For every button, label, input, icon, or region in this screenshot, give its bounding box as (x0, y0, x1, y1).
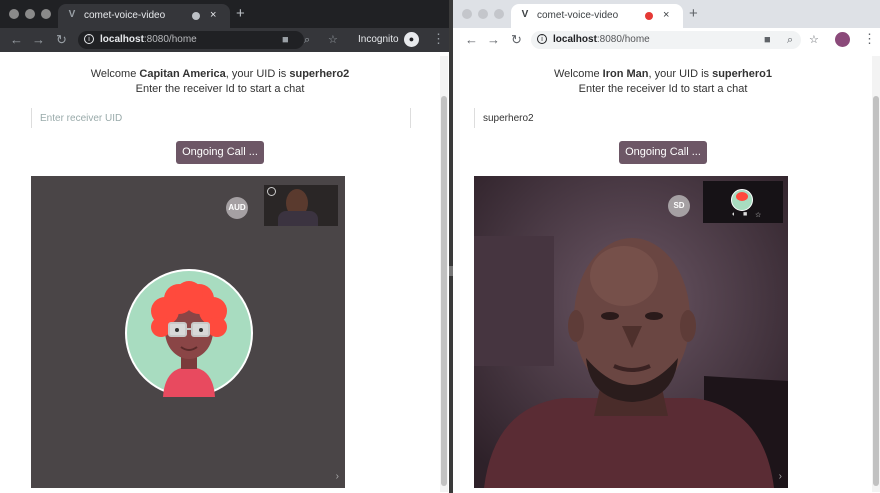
info-icon[interactable]: i (84, 34, 94, 44)
zoom-icon[interactable]: ⌕ (304, 33, 310, 47)
preview-shoulders (278, 211, 318, 226)
left-browser-window: V comet-voice-video × + ← → ↻ i localhos… (0, 0, 449, 493)
page-content: Welcome Iron Man, your UID is superhero1… (453, 52, 880, 493)
user-name: Capitan America (139, 68, 226, 80)
forward-arrow-icon[interactable]: → (32, 33, 45, 47)
caller-initials-badge: SD (668, 195, 690, 217)
recording-indicator-icon (645, 12, 653, 20)
page-content: Welcome Capitan America, your UID is sup… (0, 52, 449, 493)
chevron-right-icon[interactable]: › (336, 471, 339, 482)
preview-avatar-hair (736, 192, 748, 201)
page-scrollbar[interactable] (872, 56, 880, 492)
vue-logo-icon: V (68, 9, 76, 20)
maximize-window-button[interactable] (494, 9, 504, 19)
incognito-label: Incognito (358, 34, 399, 45)
tab-strip: V comet-voice-video × + (453, 0, 880, 28)
tab-strip: V comet-voice-video × + (0, 0, 449, 28)
caller-initials-badge: AUD (226, 197, 248, 219)
video-call-stage: SD ◖ ■ ☆ › (474, 176, 788, 488)
reload-icon[interactable]: ↻ (56, 33, 67, 47)
new-tab-button[interactable]: + (236, 6, 245, 21)
window-controls (462, 9, 504, 19)
recording-indicator-icon (192, 12, 200, 20)
receiver-uid-input[interactable] (475, 108, 873, 128)
forward-arrow-icon[interactable]: → (487, 33, 500, 47)
video-call-stage: AUD › (31, 176, 345, 488)
window-controls (9, 9, 51, 19)
more-menu-icon[interactable]: ⋮ (432, 32, 445, 46)
bookmark-star-icon[interactable]: ☆ (809, 33, 819, 47)
welcome-text: Welcome Capitan America, your UID is sup… (90, 68, 350, 80)
browser-toolbar: ← → ↻ i localhost:8080/home ■ ⌕ ☆ Incogn… (0, 28, 449, 52)
profile-avatar-icon[interactable] (835, 32, 850, 47)
receiver-uid-field[interactable] (31, 108, 411, 128)
tab-title: comet-voice-video (84, 10, 166, 21)
zoom-icon[interactable]: ⌕ (787, 33, 793, 47)
page-scrollbar[interactable] (440, 56, 448, 492)
maximize-window-button[interactable] (41, 9, 51, 19)
new-tab-button[interactable]: + (689, 6, 698, 21)
more-menu-icon[interactable]: ⋮ (863, 32, 876, 46)
info-icon[interactable]: i (537, 34, 547, 44)
url-text: localhost:8080/home (100, 34, 197, 45)
mute-icon[interactable]: ◖ (731, 211, 735, 218)
right-browser-window: V comet-voice-video × + ← → ↻ i localhos… (453, 0, 880, 493)
chevron-right-icon[interactable]: › (779, 471, 782, 482)
camera-icon[interactable]: ■ (282, 33, 289, 47)
browser-tab[interactable]: V comet-voice-video × (58, 4, 230, 28)
close-window-button[interactable] (9, 9, 19, 19)
user-uid: superhero1 (712, 68, 773, 80)
welcome-text: Welcome Iron Man, your UID is superhero1 (553, 68, 773, 80)
address-bar[interactable]: i localhost:8080/home (78, 31, 304, 49)
browser-toolbar: ← → ↻ i localhost:8080/home ■ ⌕ ☆ ⋮ (453, 28, 880, 53)
close-tab-icon[interactable]: × (210, 9, 216, 21)
scrollbar-thumb[interactable] (441, 96, 447, 486)
camera-icon[interactable]: ■ (764, 33, 771, 47)
user-avatar-icon (125, 269, 253, 397)
preview-avatar (731, 189, 753, 211)
receiver-uid-input[interactable] (32, 108, 410, 128)
bookmark-star-icon[interactable]: ☆ (328, 33, 338, 47)
close-tab-icon[interactable]: × (663, 9, 669, 21)
receiver-uid-field[interactable] (474, 108, 874, 128)
minimize-window-button[interactable] (25, 9, 35, 19)
user-uid: superhero2 (289, 68, 350, 80)
ongoing-call-button[interactable]: Ongoing Call ... (176, 141, 264, 164)
star-icon[interactable]: ☆ (755, 211, 761, 219)
browser-tab[interactable]: V comet-voice-video × (511, 4, 683, 28)
minimize-window-button[interactable] (478, 9, 488, 19)
minimize-preview-icon[interactable] (267, 187, 276, 196)
video-toggle-icon[interactable]: ■ (743, 211, 747, 218)
instructions-text: Enter the receiver Id to start a chat (578, 83, 748, 95)
instructions-text: Enter the receiver Id to start a chat (135, 83, 305, 95)
incognito-avatar-icon[interactable]: ● (404, 32, 419, 47)
vue-logo-icon: V (521, 9, 529, 20)
ongoing-call-button[interactable]: Ongoing Call ... (619, 141, 707, 164)
reload-icon[interactable]: ↻ (511, 33, 522, 47)
back-arrow-icon[interactable]: ← (465, 33, 478, 47)
url-text: localhost:8080/home (553, 34, 650, 45)
address-bar[interactable]: i localhost:8080/home (531, 31, 801, 49)
back-arrow-icon[interactable]: ← (10, 33, 23, 47)
scrollbar-thumb[interactable] (873, 96, 879, 486)
tab-title: comet-voice-video (537, 10, 619, 21)
user-name: Iron Man (602, 68, 649, 80)
close-window-button[interactable] (462, 9, 472, 19)
local-video-preview[interactable]: ◖ ■ ☆ (703, 181, 783, 223)
